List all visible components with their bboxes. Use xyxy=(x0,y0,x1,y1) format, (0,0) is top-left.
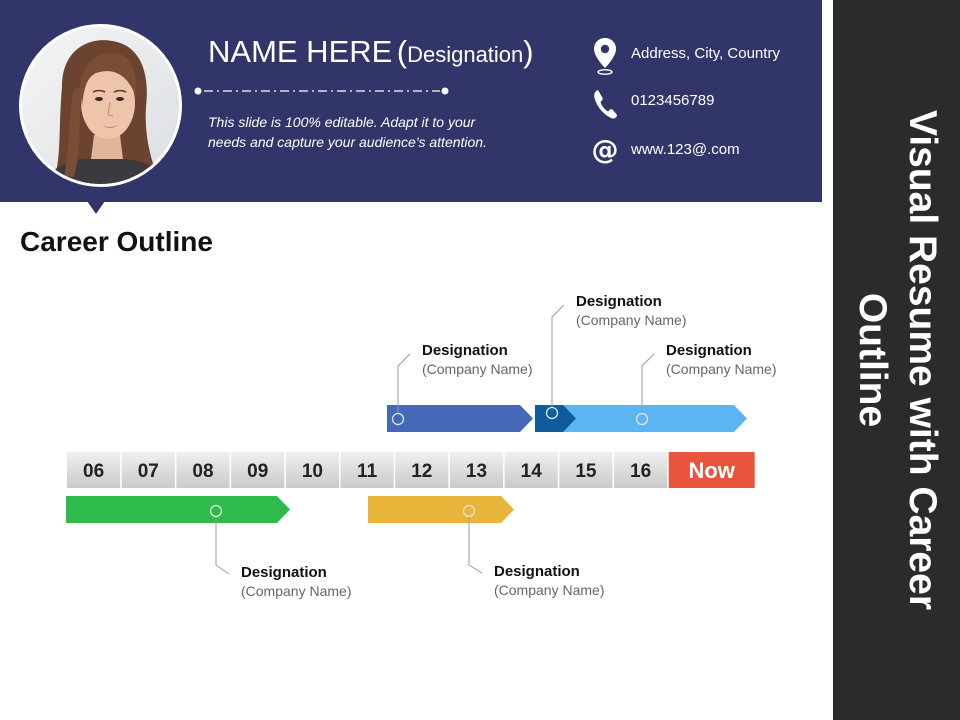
designation-label-3: Designation (Company Name) xyxy=(422,342,532,378)
designation-title: Designation xyxy=(241,564,327,581)
designation-title: Designation xyxy=(576,293,662,310)
designation-company: (Company Name) xyxy=(422,361,533,377)
leader-line-4 xyxy=(551,304,565,407)
career-bar-1 xyxy=(66,496,290,523)
year-label-12: 12 xyxy=(411,461,432,482)
year-label-10: 10 xyxy=(302,461,323,482)
designation-label-2: Designation (Company Name) xyxy=(494,563,604,599)
designation-label-1: Designation (Company Name) xyxy=(241,564,351,600)
designation-company: (Company Name) xyxy=(666,361,777,377)
designation-company: (Company Name) xyxy=(241,583,352,599)
designation-company: (Company Name) xyxy=(576,312,687,328)
career-bar-3 xyxy=(387,405,533,432)
year-label-07: 07 xyxy=(138,461,159,482)
side-title: Visual Resume with Career Outline xyxy=(850,110,944,610)
leader-line-5 xyxy=(641,353,655,413)
year-label-08: 08 xyxy=(192,461,213,482)
designation-company: (Company Name) xyxy=(494,582,605,598)
designation-label-5: Designation (Company Name) xyxy=(666,342,776,378)
designation-title: Designation xyxy=(494,563,580,580)
year-label-11: 11 xyxy=(357,461,378,482)
designation-label-4: Designation (Company Name) xyxy=(576,293,686,329)
year-label-16: 16 xyxy=(630,461,651,482)
now-label: Now xyxy=(688,458,735,483)
year-label-14: 14 xyxy=(521,461,543,482)
career-bar-5 xyxy=(556,405,747,432)
designation-title: Designation xyxy=(422,342,508,359)
leader-line-2 xyxy=(468,517,483,574)
career-bar-2 xyxy=(368,496,514,523)
side-title-panel: Visual Resume with Career Outline xyxy=(833,0,960,720)
designation-title: Designation xyxy=(666,342,752,359)
year-label-13: 13 xyxy=(466,461,487,482)
leader-line-3 xyxy=(397,353,411,413)
leader-line-1 xyxy=(215,517,230,575)
year-label-06: 06 xyxy=(83,461,104,482)
year-label-15: 15 xyxy=(575,461,597,482)
year-label-09: 09 xyxy=(247,461,268,482)
